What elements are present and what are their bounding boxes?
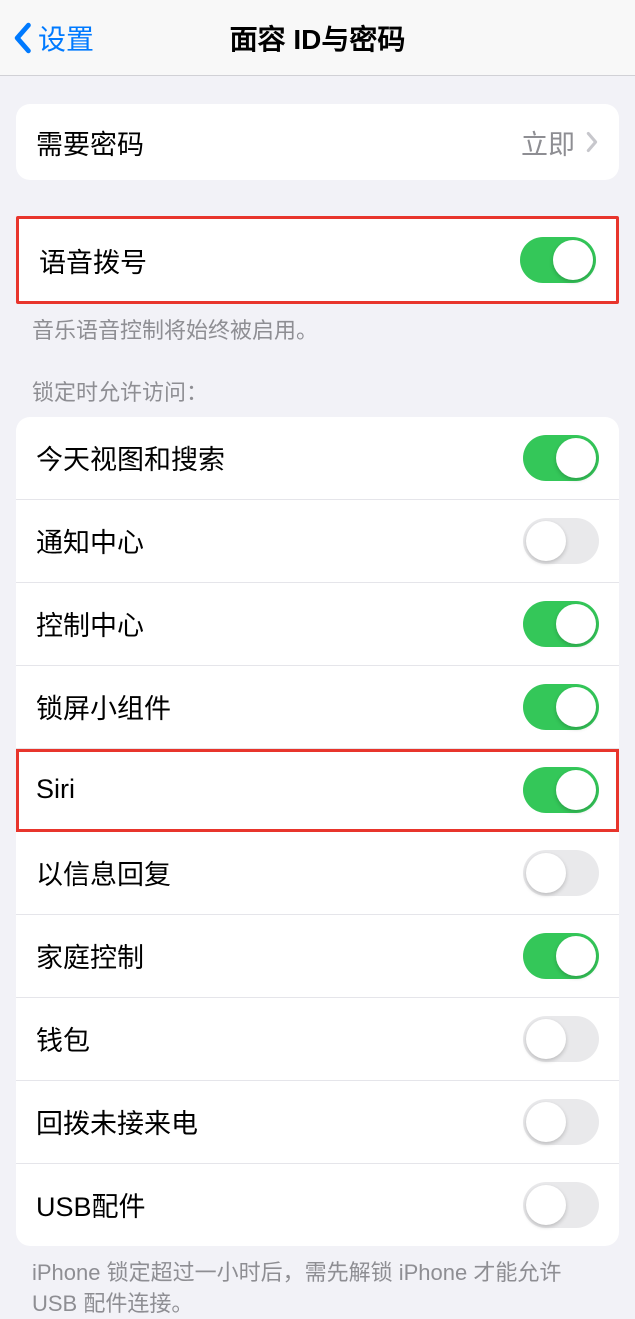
toggle-switch[interactable]: [523, 601, 599, 647]
lock-access-row: 家庭控制: [16, 915, 619, 998]
row-label: USB配件: [36, 1185, 146, 1224]
row-label: 需要密码: [36, 123, 144, 162]
row-label: 通知中心: [36, 521, 144, 560]
lock-access-row: 控制中心: [16, 583, 619, 666]
row-label: 以信息回复: [36, 853, 171, 892]
row-label: 语音拨号: [39, 241, 147, 280]
voice-dial-footer: 音乐语音控制将始终被启用。: [0, 304, 635, 347]
lock-access-row: Siri: [16, 749, 619, 832]
toggle-knob: [526, 1019, 566, 1059]
voice-dial-toggle[interactable]: [520, 237, 596, 283]
back-label: 设置: [38, 18, 94, 58]
row-label: 回拨未接来电: [36, 1102, 198, 1141]
group-lock-access: 今天视图和搜索通知中心控制中心锁屏小组件 Siri 以信息回复家庭控制钱包回拨未接来…: [16, 417, 619, 1246]
toggle-knob: [526, 853, 566, 893]
toggle-knob: [526, 521, 566, 561]
require-passcode-row[interactable]: 需要密码 立即: [16, 104, 619, 180]
group-voice-dial: 语音拨号: [16, 216, 619, 304]
toggle-knob: [556, 770, 596, 810]
toggle-switch[interactable]: [523, 1182, 599, 1228]
lock-access-header: 锁定时允许访问：: [0, 347, 635, 417]
toggle-knob: [556, 687, 596, 727]
toggle-switch[interactable]: [523, 1016, 599, 1062]
row-label: Siri: [36, 774, 75, 805]
lock-access-row: 钱包: [16, 998, 619, 1081]
row-label: 锁屏小组件: [36, 687, 171, 726]
row-label: 控制中心: [36, 604, 144, 643]
row-value: 立即: [521, 123, 599, 162]
lock-access-row: 以信息回复: [16, 832, 619, 915]
toggle-knob: [553, 240, 593, 280]
toggle-knob: [556, 936, 596, 976]
toggle-switch[interactable]: [523, 767, 599, 813]
toggle-switch[interactable]: [523, 933, 599, 979]
toggle-knob: [556, 438, 596, 478]
voice-dial-row: 语音拨号: [19, 219, 616, 301]
row-label: 家庭控制: [36, 936, 144, 975]
toggle-switch[interactable]: [523, 684, 599, 730]
toggle-switch[interactable]: [523, 1099, 599, 1145]
lock-access-row: 回拨未接来电: [16, 1081, 619, 1164]
row-label: 钱包: [36, 1019, 90, 1058]
page-title: 面容 ID与密码: [230, 18, 406, 58]
toggle-knob: [526, 1102, 566, 1142]
lock-access-footer: iPhone 锁定超过一小时后，需先解锁 iPhone 才能允许USB 配件连接…: [0, 1246, 635, 1319]
toggle-switch[interactable]: [523, 435, 599, 481]
toggle-switch[interactable]: [523, 850, 599, 896]
toggle-knob: [556, 604, 596, 644]
navigation-bar: 设置 面容 ID与密码: [0, 0, 635, 76]
toggle-knob: [526, 1185, 566, 1225]
row-label: 今天视图和搜索: [36, 438, 225, 477]
group-passcode: 需要密码 立即: [16, 104, 619, 180]
lock-access-row: 今天视图和搜索: [16, 417, 619, 500]
chevron-left-icon: [12, 22, 32, 54]
chevron-right-icon: [585, 131, 599, 153]
lock-access-row: USB配件: [16, 1164, 619, 1246]
value-text: 立即: [521, 123, 575, 162]
lock-access-row: 锁屏小组件: [16, 666, 619, 749]
back-button[interactable]: 设置: [12, 18, 94, 58]
toggle-switch[interactable]: [523, 518, 599, 564]
lock-access-row: 通知中心: [16, 500, 619, 583]
